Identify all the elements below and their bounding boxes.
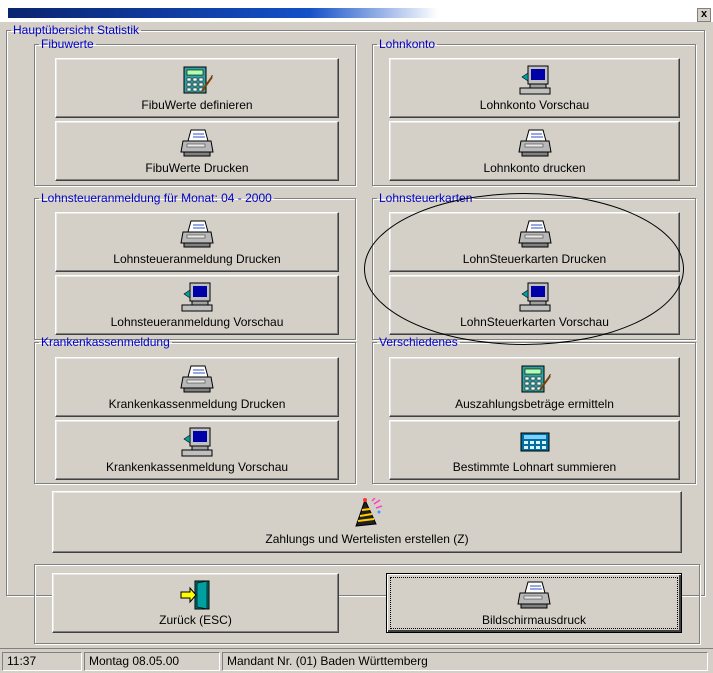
main-group-title: Hauptübersicht Statistik <box>13 23 140 37</box>
group-lohnsteueranmeldung-title: Lohnsteueranmeldung für Monat: 04 - 2000 <box>41 191 272 205</box>
zahlungslisten-button[interactable]: Zahlungs und Wertelisten erstellen (Z) <box>52 491 682 553</box>
krankenkassenmeldung-drucken-label: Krankenkassenmeldung Drucken <box>108 397 286 411</box>
title-bar: x <box>0 0 713 22</box>
status-bar: 11:37 Montag 08.05.00 Mandant Nr. (01) B… <box>0 648 713 673</box>
printer-icon <box>180 128 214 158</box>
fibuwerte-definieren-button[interactable]: FibuWerte definieren <box>55 58 339 118</box>
keyboard-calc-icon <box>518 427 552 457</box>
status-time: 11:37 <box>2 652 82 671</box>
lohnsteuerkarten-drucken-label: LohnSteuerkarten Drucken <box>462 252 607 266</box>
group-lohnsteuerkarten-title: Lohnsteuerkarten <box>379 191 473 205</box>
auszahlungsbetraege-label: Auszahlungsbeträge ermitteln <box>455 397 614 411</box>
lohnart-summieren-label: Bestimmte Lohnart summieren <box>452 460 617 474</box>
lohnkonto-vorschau-label: Lohnkonto Vorschau <box>479 98 590 112</box>
group-fibuwerte-title: Fibuwerte <box>41 37 94 51</box>
lohnkonto-drucken-button[interactable]: Lohnkonto drucken <box>389 121 680 181</box>
lohnkonto-drucken-label: Lohnkonto drucken <box>483 161 586 175</box>
computer-icon <box>180 282 214 312</box>
fibuwerte-definieren-label: FibuWerte definieren <box>141 98 253 112</box>
lohnsteueranmeldung-vorschau-label: Lohnsteueranmeldung Vorschau <box>110 315 284 329</box>
status-date: Montag 08.05.00 <box>84 652 220 671</box>
calculator-icon <box>180 65 214 95</box>
title-bar-gradient <box>8 8 438 18</box>
main-window: Hauptübersicht Statistik Fibuwerte FibuW… <box>0 22 713 673</box>
computer-icon <box>518 282 552 312</box>
printer-icon <box>180 219 214 249</box>
auszahlungsbetraege-button[interactable]: Auszahlungsbeträge ermitteln <box>389 357 680 417</box>
close-icon[interactable]: x <box>697 8 711 22</box>
krankenkassenmeldung-drucken-button[interactable]: Krankenkassenmeldung Drucken <box>55 357 339 417</box>
lohnsteueranmeldung-vorschau-button[interactable]: Lohnsteueranmeldung Vorschau <box>55 275 339 335</box>
printer-icon <box>517 580 551 610</box>
lohnsteuerkarten-vorschau-button[interactable]: LohnSteuerkarten Vorschau <box>389 275 680 335</box>
party-hat-icon <box>350 498 384 528</box>
computer-icon <box>180 427 214 457</box>
back-button-label: Zurück (ESC) <box>159 613 232 627</box>
back-button[interactable]: Zurück (ESC) <box>52 573 339 633</box>
krankenkassenmeldung-vorschau-button[interactable]: Krankenkassenmeldung Vorschau <box>55 420 339 480</box>
zahlungslisten-label: Zahlungs und Wertelisten erstellen (Z) <box>265 532 469 546</box>
krankenkassenmeldung-vorschau-label: Krankenkassenmeldung Vorschau <box>105 460 289 474</box>
printer-icon <box>180 364 214 394</box>
lohnkonto-vorschau-button[interactable]: Lohnkonto Vorschau <box>389 58 680 118</box>
lohnsteueranmeldung-drucken-button[interactable]: Lohnsteueranmeldung Drucken <box>55 212 339 272</box>
computer-icon <box>518 65 552 95</box>
print-screen-button[interactable]: Bildschirmausdruck <box>386 573 682 633</box>
lohnsteuerkarten-drucken-button[interactable]: LohnSteuerkarten Drucken <box>389 212 680 272</box>
group-verschiedenes-title: Verschiedenes <box>379 335 458 349</box>
printer-icon <box>518 128 552 158</box>
lohnart-summieren-button[interactable]: Bestimmte Lohnart summieren <box>389 420 680 480</box>
print-screen-label: Bildschirmausdruck <box>481 613 587 627</box>
exit-door-icon <box>179 580 213 610</box>
calculator-icon <box>518 364 552 394</box>
lohnsteueranmeldung-drucken-label: Lohnsteueranmeldung Drucken <box>113 252 281 266</box>
fibuwerte-drucken-label: FibuWerte Drucken <box>145 161 249 175</box>
lohnsteuerkarten-vorschau-label: LohnSteuerkarten Vorschau <box>460 315 609 329</box>
group-lohnkonto-title: Lohnkonto <box>379 37 436 51</box>
status-client: Mandant Nr. (01) Baden Württemberg <box>222 652 708 671</box>
printer-icon <box>518 219 552 249</box>
fibuwerte-drucken-button[interactable]: FibuWerte Drucken <box>55 121 339 181</box>
group-krankenkassenmeldung-title: Krankenkassenmeldung <box>41 335 170 349</box>
